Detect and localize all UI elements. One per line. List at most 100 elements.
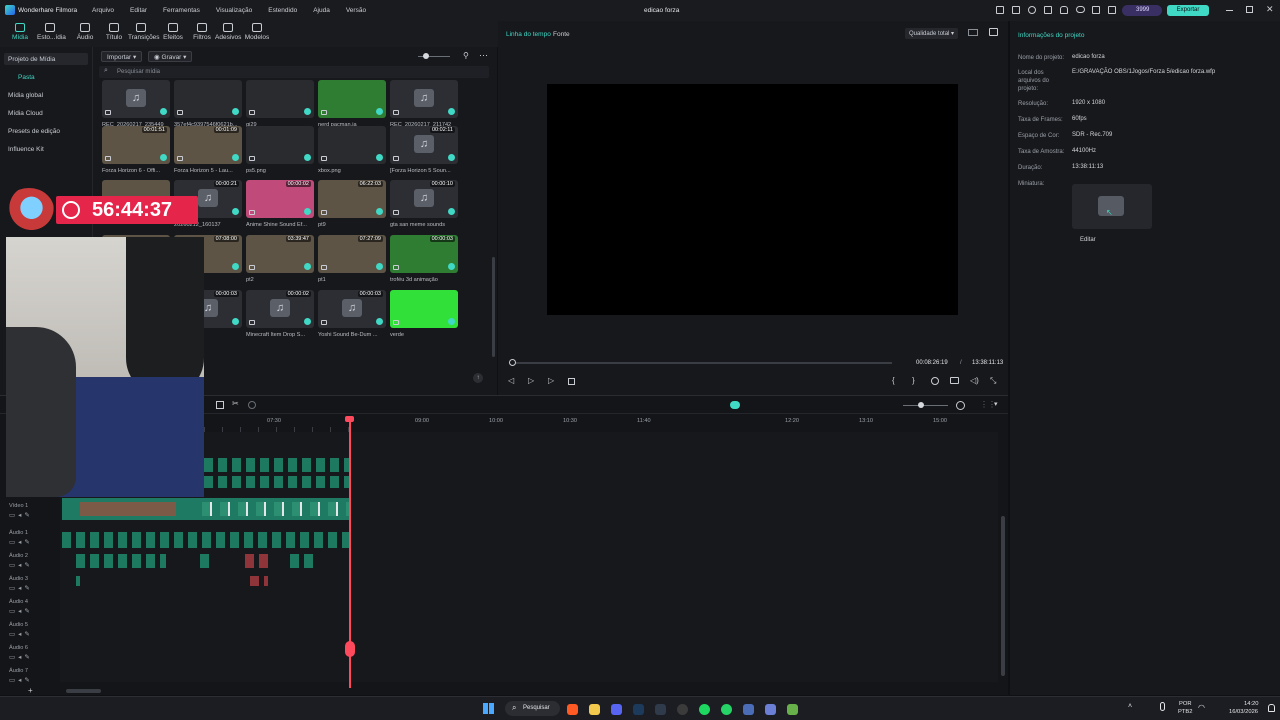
media-thumbnail[interactable]: 00:00:02 [246,180,314,218]
scroll-top-button[interactable]: ↑ [473,373,483,383]
add-track-icon[interactable]: + [28,686,33,695]
audio-clip[interactable] [62,532,350,548]
toolbar-tab[interactable]: Modelos [244,23,270,41]
track-controls[interactable]: ▭◂✎ [9,676,33,684]
toolbar-tab[interactable]: Filtros [189,23,215,41]
toolbar-tab[interactable]: Efeitos [160,23,186,41]
fullscreen-icon[interactable]: ⤡ [990,376,996,386]
track-controls[interactable]: ▭◂✎ [9,584,33,592]
timeline-zoom-slider[interactable] [903,405,948,406]
shop-icon[interactable] [1012,6,1020,14]
credits-badge[interactable]: 3999 [1122,5,1162,16]
audio-clip[interactable] [200,554,210,568]
discord-icon[interactable] [611,704,622,715]
media-thumbnail[interactable]: ♫ 00:02:11 [390,126,458,164]
whatsapp-icon[interactable] [721,704,732,715]
brave-icon[interactable] [567,704,578,715]
sidebar-item-midia-global[interactable]: Mídia global [8,92,43,99]
sidebar-item-midia-cloud[interactable]: Mídia Cloud [8,110,43,117]
toolbar-tab[interactable]: Transições [128,23,160,41]
wifi-icon[interactable]: ◠ [1198,703,1205,712]
track-controls[interactable]: ▭◂✎ [9,607,33,615]
add-zoom-icon[interactable] [956,401,965,410]
media-scrollbar[interactable] [492,257,495,357]
taskbar-search[interactable]: ⌕ Pesquisar [505,701,560,716]
cut-icon[interactable]: ✂ [232,399,239,408]
track-controls[interactable]: ▭◂✎ [9,653,33,661]
user-icon[interactable] [1028,6,1036,14]
search-bar[interactable]: ⌕ Pesquisar mídia [99,66,489,78]
audio-clip[interactable] [290,554,315,568]
mark-out-icon[interactable]: } [912,376,915,385]
ai-toggle-icon[interactable] [730,401,740,409]
spotify-icon[interactable] [699,704,710,715]
bell-icon[interactable] [1060,6,1068,14]
track-controls[interactable]: ▭◂✎ [9,561,33,569]
zoom-preview-icon[interactable] [931,377,939,385]
track-controls[interactable]: ▭◂✎ [9,630,33,638]
media-thumbnail[interactable] [390,290,458,328]
menu-item[interactable]: Editar [130,7,147,14]
media-thumbnail[interactable]: ♫ 00:00:03 [318,290,386,328]
playhead-bottom-handle[interactable] [345,641,355,657]
sidebar-item-influence-kit[interactable]: Influence Kit [8,146,44,153]
filter-icon[interactable]: ⚲ [463,51,469,60]
media-thumbnail[interactable] [246,80,314,118]
notification-icon[interactable] [1268,704,1275,712]
media-thumbnail[interactable]: 00:01:09 [174,126,242,164]
audio-clip[interactable] [250,576,268,586]
audio-clip[interactable] [204,476,350,488]
minimize-icon[interactable] [1226,10,1233,11]
scrubber-handle[interactable] [509,359,516,366]
tab-source[interactable]: Fonte [553,31,570,38]
compare-icon[interactable] [968,29,978,36]
play-icon[interactable]: ▷ [548,376,554,385]
notepad-icon[interactable] [787,704,798,715]
toolbar-tab[interactable]: Áudio [72,23,98,41]
record-button[interactable]: ◉ Gravar ▾ [148,51,193,62]
stop-icon[interactable] [568,378,575,385]
menu-item[interactable]: Visualização [216,7,252,14]
media-thumbnail[interactable]: 07:27:09 [318,235,386,273]
menu-item[interactable]: Arquivo [92,7,114,14]
download-icon[interactable] [1092,6,1100,14]
menu-item[interactable]: Versão [346,7,366,14]
menu-item[interactable]: Estendido [268,7,297,14]
sidebar-item-pasta[interactable]: Pasta [18,74,35,81]
mark-in-icon[interactable]: { [892,376,895,385]
tray-chevron-icon[interactable]: ˄ [1128,703,1132,710]
gift-icon[interactable] [996,6,1004,14]
import-button[interactable]: Importar ▾ [101,51,143,62]
obs-icon[interactable] [677,704,688,715]
playhead-handle[interactable] [345,416,354,422]
media-thumbnail[interactable]: ♫ 00:00:10 [390,180,458,218]
monitor-icon[interactable] [765,704,776,715]
media-thumbnail[interactable]: 00:00:03 [390,235,458,273]
camera-icon[interactable] [950,377,959,384]
audio-clip[interactable] [76,576,80,586]
audio-clip[interactable] [76,554,166,568]
layout-icon[interactable] [1108,6,1116,14]
vpn-icon[interactable] [743,704,754,715]
zoom-slider-handle[interactable] [423,53,429,59]
speed-icon[interactable] [248,401,256,409]
steam-icon[interactable] [633,704,644,715]
menu-item[interactable]: Ferramentas [163,7,200,14]
explorer-icon[interactable] [589,704,600,715]
tab-timeline[interactable]: Linha do tempo [506,31,551,38]
more-icon[interactable]: ⋯ [479,50,488,61]
toolbar-tab[interactable]: Esto...ídia [37,23,66,41]
export-button[interactable]: Exportar [1167,5,1209,16]
snapshot-icon[interactable] [989,28,998,36]
sidebar-item-projeto-midia[interactable]: Projeto de Mídia [8,56,55,63]
media-thumbnail[interactable] [246,126,314,164]
search-input[interactable]: Pesquisar mídia [117,69,160,75]
start-icon[interactable] [483,703,494,714]
media-thumbnail[interactable] [174,80,242,118]
track-controls[interactable]: ▭◂✎ [9,511,33,519]
sidebar-item-presets[interactable]: Presets de edição [8,128,60,135]
thumbnail-box[interactable]: ↖ [1072,184,1152,229]
tray-mic-icon[interactable] [1160,702,1165,711]
video-canvas[interactable] [547,84,958,315]
cloud-icon[interactable] [1076,6,1085,13]
